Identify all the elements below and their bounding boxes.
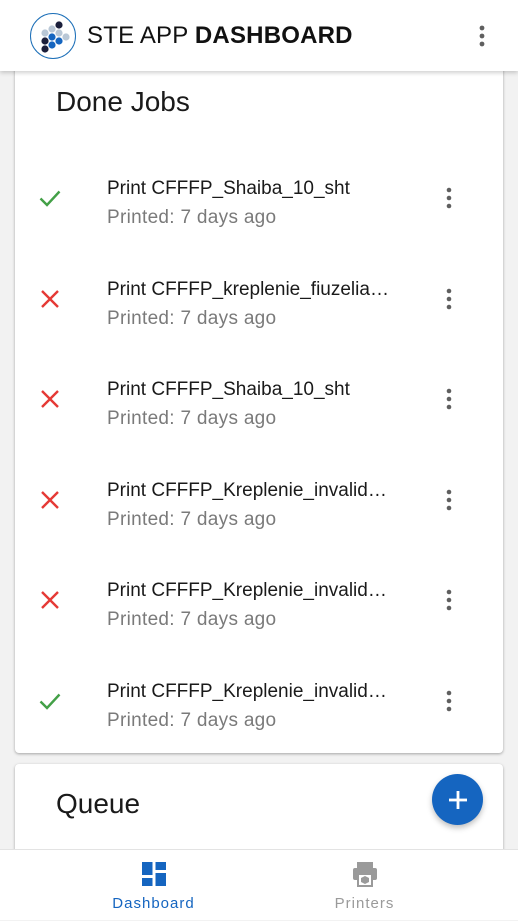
close-icon xyxy=(37,386,63,412)
job-title: Print CFFFP_Shaiba_10_sht xyxy=(107,178,350,199)
dashboard-icon xyxy=(142,862,166,886)
job-menu-button[interactable] xyxy=(433,685,465,717)
job-title: Print CFFFP_kreplenie_fiuzeliazh_krylo xyxy=(107,278,397,300)
app-title-regular: STE APP xyxy=(87,22,195,49)
job-list-item[interactable]: Print CFFFP_Shaiba_10_sht Printed: 7 days… xyxy=(15,353,503,453)
job-menu-button[interactable] xyxy=(433,383,465,415)
nav-label-printers: Printers xyxy=(334,895,395,912)
job-menu-button[interactable] xyxy=(433,283,465,315)
job-subtitle: Printed: 7 days ago xyxy=(107,307,277,329)
job-subtitle: Printed: 7 days ago xyxy=(107,709,277,731)
job-title: Print CFFFP_Kreplenie_invalid_krylo xyxy=(107,580,397,601)
job-subtitle: Printed: 7 days ago xyxy=(107,508,277,530)
job-list-item[interactable]: Print CFFFP_Kreplenie_invalid_krylo Print… xyxy=(15,454,503,554)
job-title: Print CFFFP_Shaiba_10_sht xyxy=(107,379,350,400)
app-bar: STE APP DASHBOARD xyxy=(0,0,518,71)
app-logo xyxy=(30,13,76,59)
bottom-nav: Dashboard Printers xyxy=(0,849,518,920)
job-menu-button[interactable] xyxy=(433,584,465,616)
check-icon xyxy=(37,185,63,211)
job-menu-button[interactable] xyxy=(433,484,465,516)
app-title: STE APP DASHBOARD xyxy=(87,22,353,50)
more-vert-icon xyxy=(479,25,485,47)
close-icon xyxy=(37,587,63,613)
more-vert-icon xyxy=(446,690,452,711)
more-vert-icon xyxy=(446,288,452,309)
job-title: Print CFFFP_Kreplenie_invalid_krylo xyxy=(107,479,397,501)
job-subtitle: Printed: 7 days ago xyxy=(107,408,277,429)
check-icon xyxy=(37,688,63,714)
more-vert-icon xyxy=(446,489,452,510)
queue-title: Queue xyxy=(56,788,141,819)
nav-item-printers[interactable]: Printers xyxy=(235,850,494,921)
job-list-item[interactable]: Print CFFFP_Kreplenie_invalid_krylo Print… xyxy=(15,655,503,755)
job-subtitle: Printed: 7 days ago xyxy=(107,609,277,630)
more-vert-icon xyxy=(446,187,452,209)
job-menu-button[interactable] xyxy=(433,182,465,214)
more-vert-icon xyxy=(446,589,452,611)
job-subtitle: Printed: 7 days ago xyxy=(107,207,277,228)
add-job-button[interactable] xyxy=(432,774,483,825)
job-list-item[interactable]: Print CFFFP_Kreplenie_invalid_krylo Print… xyxy=(15,554,503,654)
app-menu-button[interactable] xyxy=(466,20,498,52)
close-icon xyxy=(37,487,63,513)
job-list-item[interactable]: Print CFFFP_Shaiba_10_sht Printed: 7 days… xyxy=(15,152,503,252)
done-jobs-title: Done Jobs xyxy=(56,86,190,117)
app-title-bold: DASHBOARD xyxy=(194,22,353,49)
plus-icon xyxy=(448,790,467,809)
job-list-item[interactable]: Print CFFFP_kreplenie_fiuzeliazh_krylo Pr… xyxy=(15,253,503,353)
close-icon xyxy=(37,286,63,312)
more-vert-icon xyxy=(446,388,452,410)
job-title: Print CFFFP_Kreplenie_invalid_krylo xyxy=(107,680,397,702)
printer-icon xyxy=(353,862,377,887)
done-jobs-card: Done Jobs Print CFFFP_Shaiba_10_sht Print… xyxy=(15,60,503,753)
